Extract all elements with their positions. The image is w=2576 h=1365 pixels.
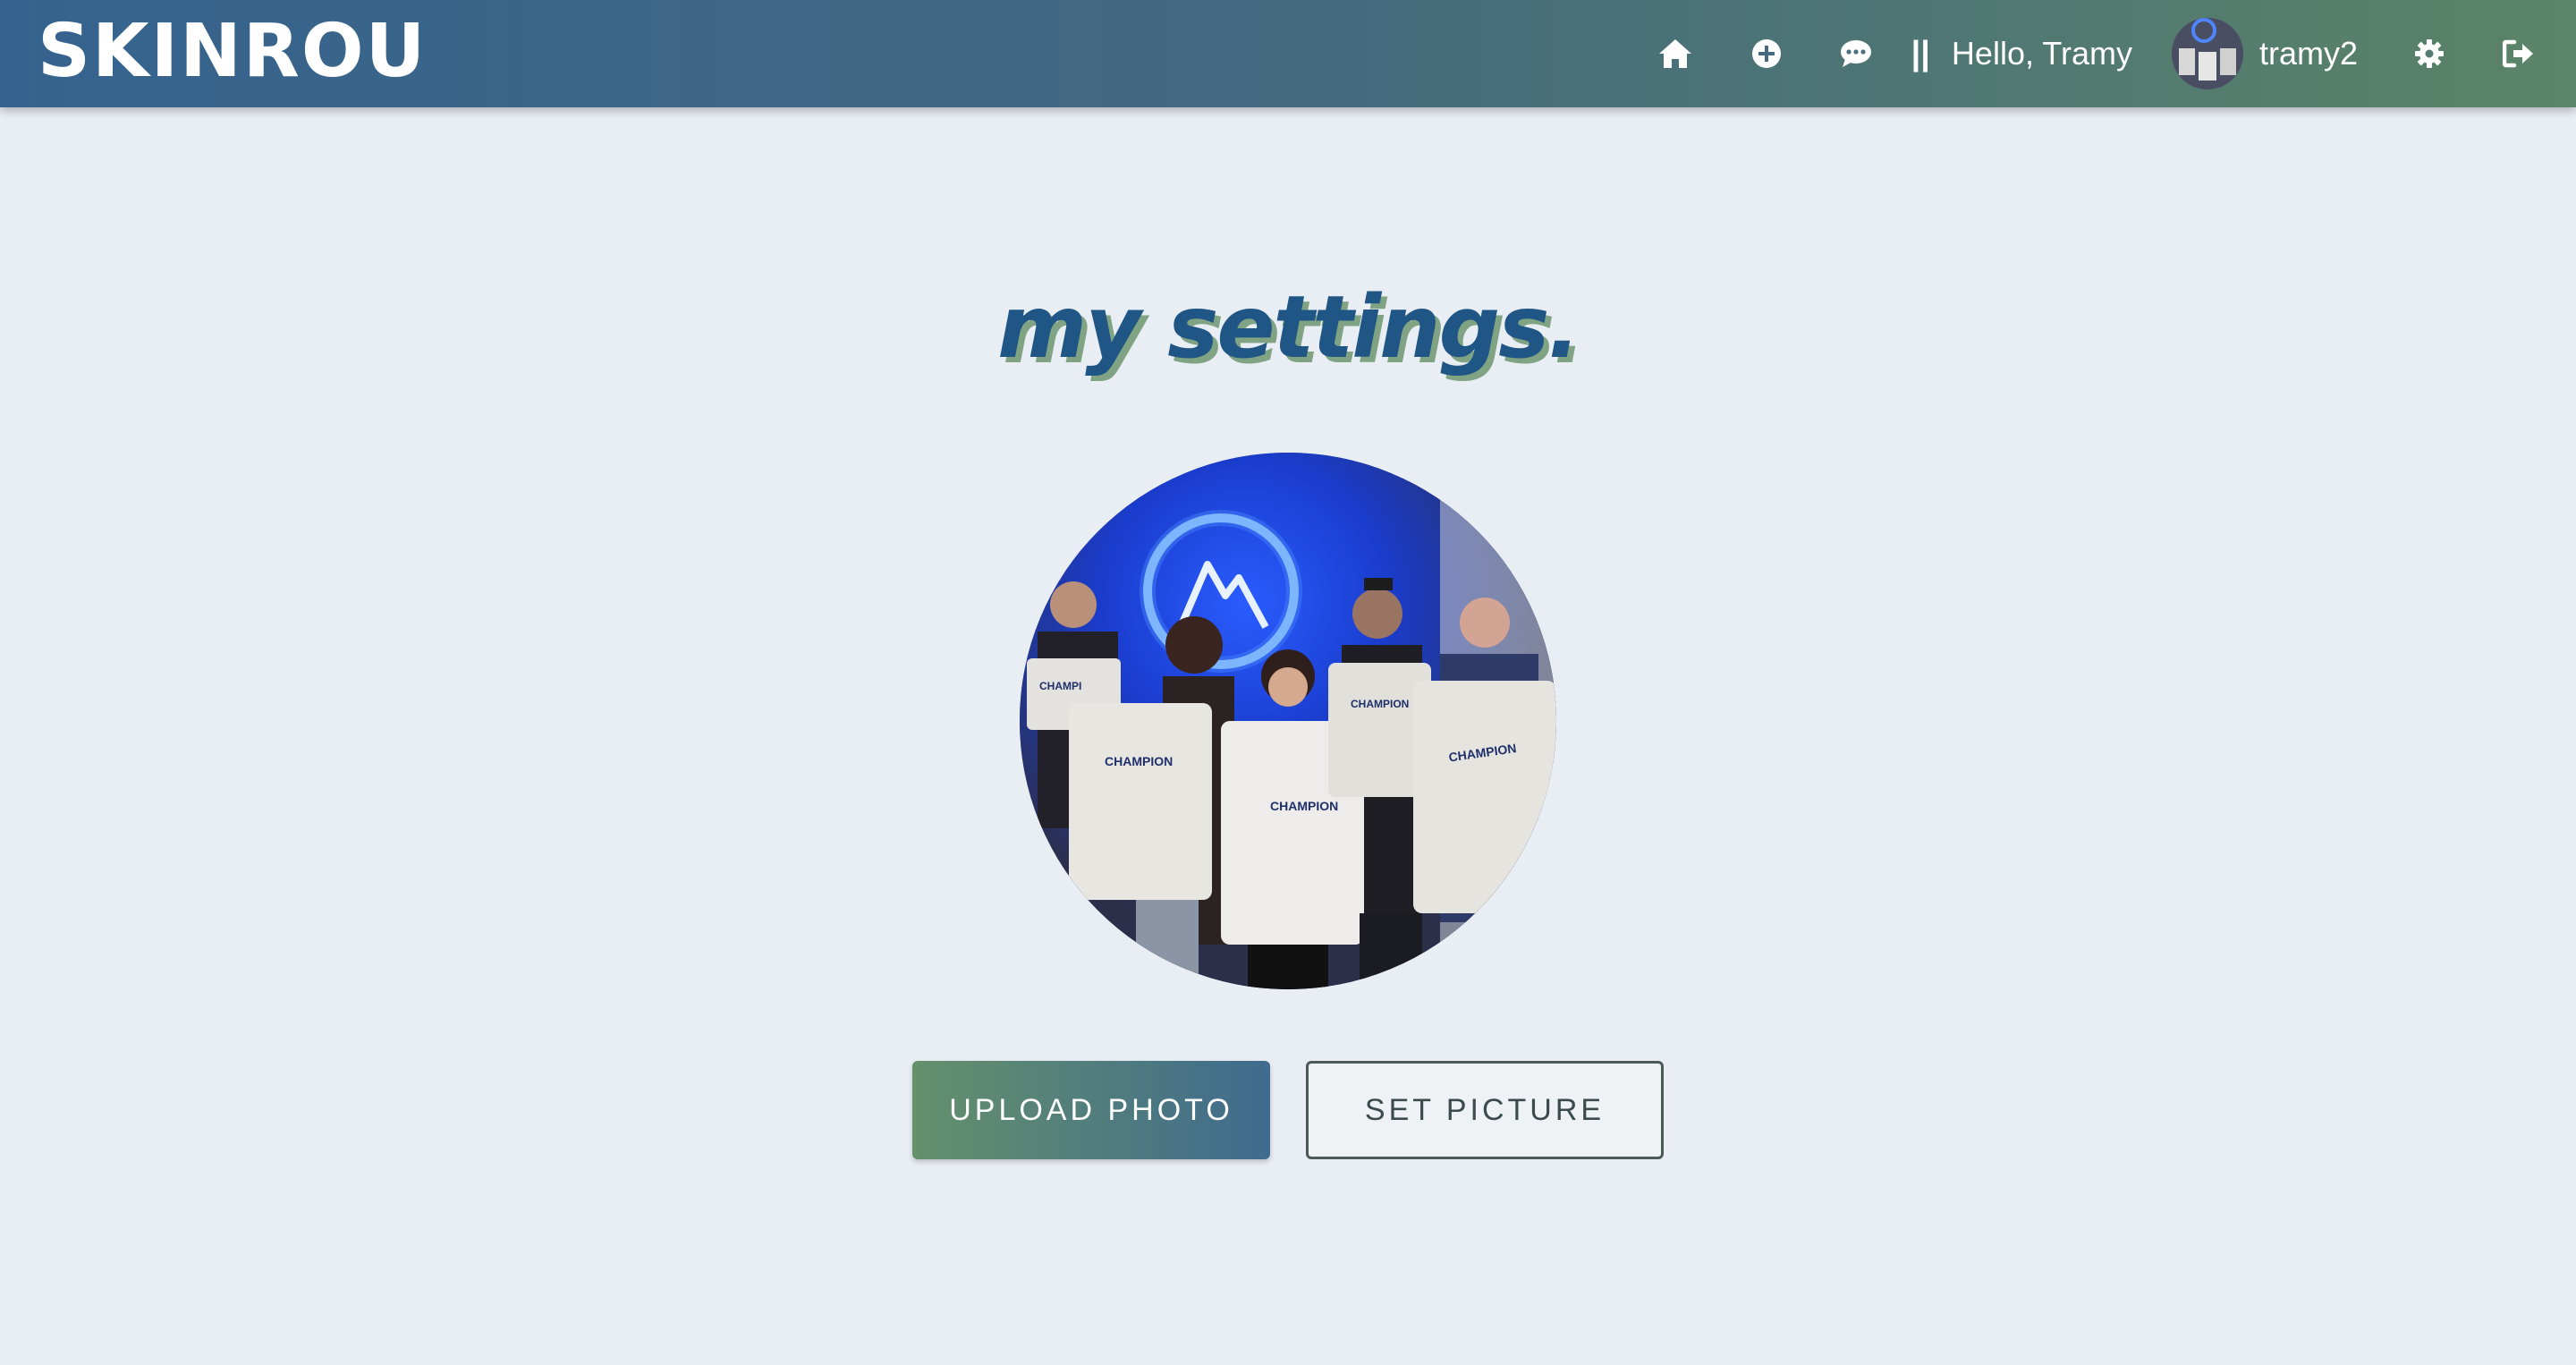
upload-photo-button[interactable]: UPLOAD PHOTO bbox=[912, 1061, 1270, 1159]
nav-right: || Hello, Tramy tramy2 bbox=[1656, 0, 2538, 107]
greeting-text: Hello, Tramy bbox=[1951, 35, 2132, 72]
username-link[interactable]: tramy2 bbox=[2259, 35, 2358, 72]
sign-out-icon[interactable] bbox=[2499, 34, 2538, 73]
svg-text:CHAMPION: CHAMPION bbox=[1351, 698, 1409, 710]
nav-separator: || bbox=[1911, 34, 1930, 72]
svg-text:CHAMPI: CHAMPI bbox=[1039, 680, 1081, 692]
svg-text:CHAMPION: CHAMPION bbox=[1105, 754, 1173, 768]
set-picture-button[interactable]: SET PICTURE bbox=[1306, 1061, 1664, 1159]
page-title: my settings. bbox=[997, 277, 1580, 377]
user-avatar[interactable] bbox=[2171, 18, 2243, 89]
top-navbar: SKINROU || Hello, Tramy tramy2 bbox=[0, 0, 2576, 107]
chat-icon[interactable] bbox=[1836, 34, 1876, 73]
svg-text:CHAMPION: CHAMPION bbox=[1270, 799, 1338, 813]
home-icon[interactable] bbox=[1656, 34, 1695, 73]
plus-circle-icon[interactable] bbox=[1747, 34, 1786, 73]
profile-photo: CHAMPION CHAMPION CHAMPION CHAMPION CHAM… bbox=[1020, 453, 1556, 989]
brand-logo[interactable]: SKINROU bbox=[38, 15, 427, 89]
gear-icon[interactable] bbox=[2410, 34, 2449, 73]
